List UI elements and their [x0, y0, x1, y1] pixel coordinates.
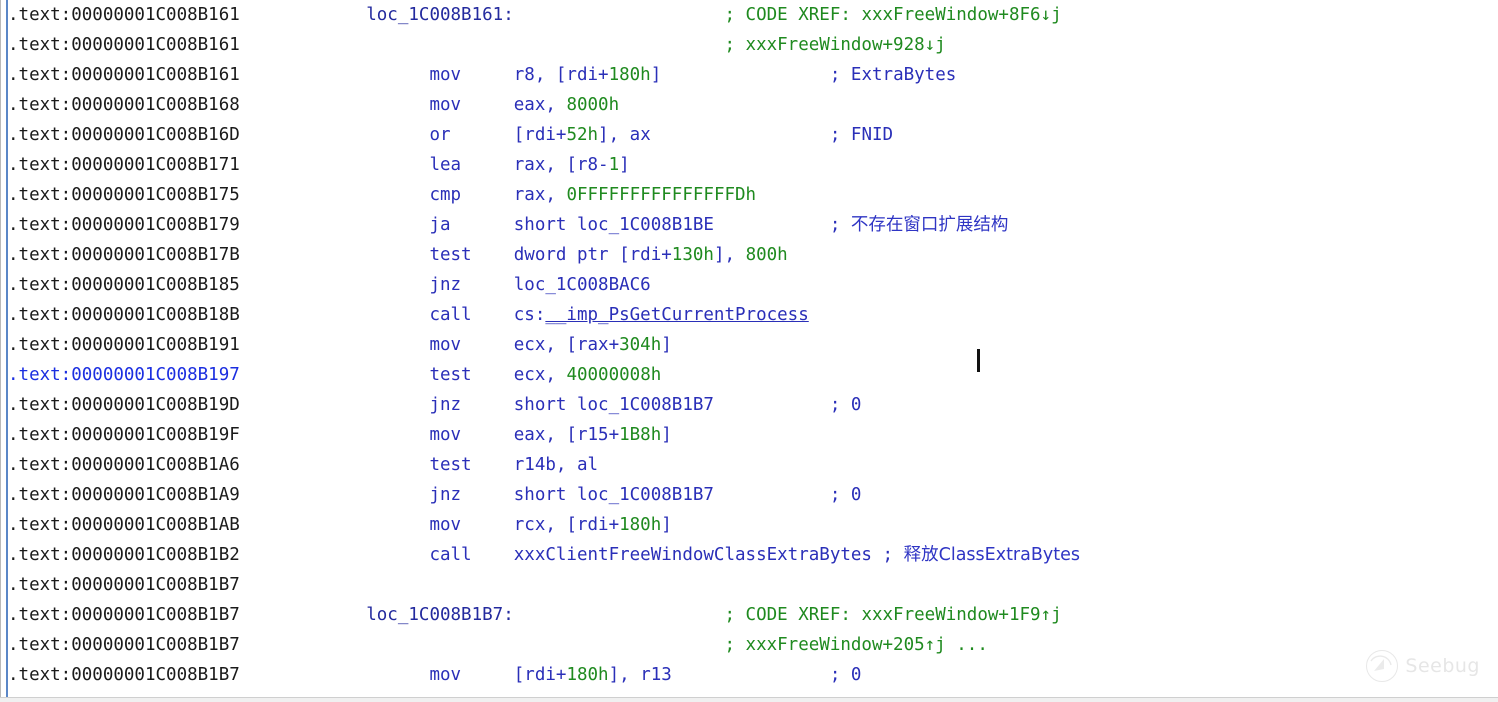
disassembly-line[interactable]: .text:00000001C008B17B test dword ptr [r…: [8, 240, 1488, 270]
disassembly-line[interactable]: .text:00000001C008B168 mov eax, 8000h: [8, 90, 1488, 120]
disassembly-line[interactable]: .text:00000001C008B161 mov r8, [rdi+180h…: [8, 60, 1488, 90]
disassembly-line[interactable]: .text:00000001C008B179 ja short loc_1C00…: [8, 210, 1488, 240]
disassembly-line[interactable]: .text:00000001C008B1B7 ; xxxFreeWindow+2…: [8, 630, 1488, 660]
disassembly-line[interactable]: .text:00000001C008B1B7 loc_1C008B1B7: ; …: [8, 600, 1488, 630]
disassembly-line[interactable]: .text:00000001C008B1B7: [8, 570, 1488, 600]
disassembly-line[interactable]: .text:00000001C008B1B7 mov [rdi+180h], r…: [8, 660, 1488, 690]
disassembly-line[interactable]: .text:00000001C008B1AB mov rcx, [rdi+180…: [8, 510, 1488, 540]
disassembly-line[interactable]: .text:00000001C008B1B2 call xxxClientFre…: [8, 540, 1488, 570]
ida-disassembly-view[interactable]: .text:00000001C008B161 loc_1C008B161: ; …: [0, 0, 1498, 702]
text-caret: [977, 349, 980, 372]
disassembly-line[interactable]: .text:00000001C008B175 cmp rax, 0FFFFFFF…: [8, 180, 1488, 210]
bottom-scrollbar[interactable]: [0, 697, 1498, 702]
disassembly-line[interactable]: .text:00000001C008B1A9 jnz short loc_1C0…: [8, 480, 1488, 510]
disassembly-line[interactable]: .text:00000001C008B19F mov eax, [r15+1B8…: [8, 420, 1488, 450]
disassembly-line[interactable]: .text:00000001C008B19D jnz short loc_1C0…: [8, 390, 1488, 420]
disassembly-line[interactable]: .text:00000001C008B191 mov ecx, [rax+304…: [8, 330, 1488, 360]
disassembly-line[interactable]: .text:00000001C008B197 test ecx, 4000000…: [8, 360, 1488, 390]
disassembly-line[interactable]: .text:00000001C008B161 loc_1C008B161: ; …: [8, 0, 1488, 30]
disassembly-line[interactable]: .text:00000001C008B185 jnz loc_1C008BAC6: [8, 270, 1488, 300]
disassembly-line[interactable]: .text:00000001C008B1A6 test r14b, al: [8, 450, 1488, 480]
disassembly-line[interactable]: .text:00000001C008B161 ; xxxFreeWindow+9…: [8, 30, 1488, 60]
disassembly-line[interactable]: .text:00000001C008B171 lea rax, [r8-1]: [8, 150, 1488, 180]
disassembly-line[interactable]: .text:00000001C008B16D or [rdi+52h], ax …: [8, 120, 1488, 150]
left-gutter-rail: [0, 0, 8, 702]
disassembly-listing[interactable]: .text:00000001C008B161 loc_1C008B161: ; …: [8, 0, 1488, 702]
disassembly-line[interactable]: .text:00000001C008B18B call cs:__imp_PsG…: [8, 300, 1488, 330]
